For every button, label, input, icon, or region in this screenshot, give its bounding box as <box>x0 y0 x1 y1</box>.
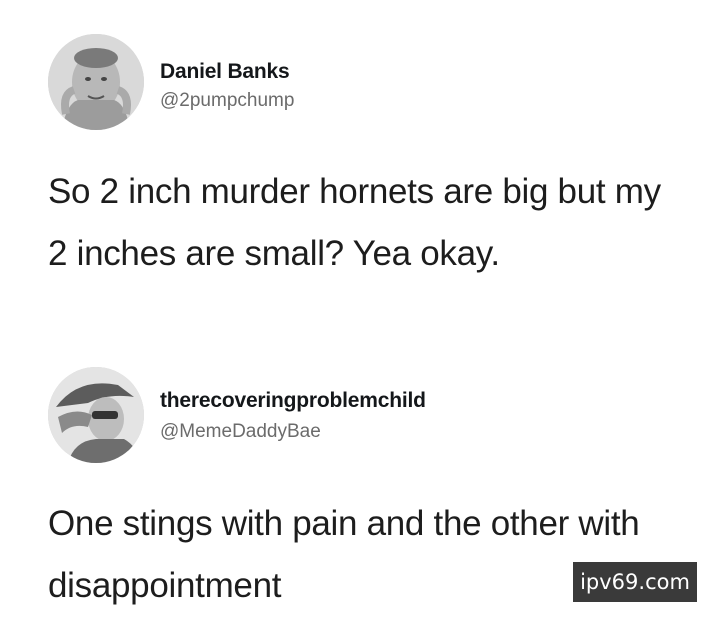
user-handle[interactable]: @2pumpchump <box>160 90 294 112</box>
user-avatar[interactable] <box>48 367 144 463</box>
user-handle[interactable]: @MemeDaddyBae <box>160 421 321 443</box>
user-avatar-photo-icon <box>48 367 144 463</box>
user-avatar-photo-icon <box>48 34 144 130</box>
user-display-name[interactable]: therecoveringproblemchild <box>160 389 426 413</box>
user-display-name[interactable]: Daniel Banks <box>160 60 290 84</box>
user-avatar[interactable] <box>48 34 144 130</box>
tweet-text: So 2 inch murder hornets are big but my … <box>48 172 661 273</box>
watermark: ipv69.com <box>573 562 697 602</box>
tweet-card: Daniel Banks @2pumpchump So 2 inch murde… <box>0 0 720 350</box>
